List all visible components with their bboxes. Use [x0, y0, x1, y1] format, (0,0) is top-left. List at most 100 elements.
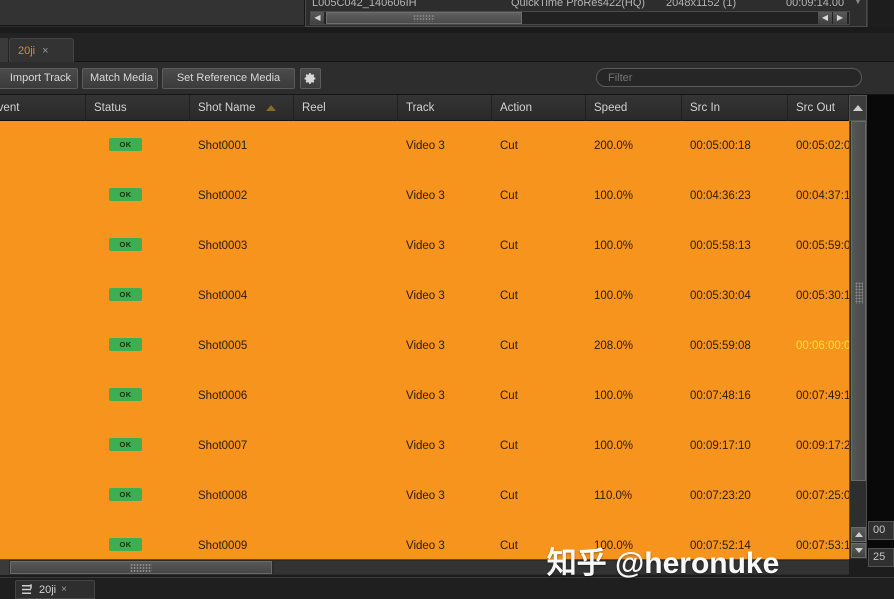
hscroll-bottom-track[interactable] — [274, 561, 849, 574]
column-header-status[interactable]: Status — [86, 95, 190, 121]
status-badge: OK — [109, 288, 142, 301]
hscroll-thumb[interactable] — [326, 12, 522, 24]
column-header-label: Status — [94, 102, 127, 114]
cell-shotname: Shot0003 — [198, 240, 248, 252]
cell-track: Video 3 — [406, 440, 445, 452]
media-browser-right-pane: L005C042_140606IH QuickTime ProRes422(HQ… — [305, 0, 867, 27]
table-row[interactable]: 7 OK Shot0007 Video 3 Cut 100.0% 00:09:17:10 00… — [0, 421, 849, 471]
hscroll-bottom-thumb[interactable] — [10, 561, 272, 574]
cell-reel — [302, 221, 406, 271]
cell-srcin: 00:07:52:14 — [690, 540, 751, 552]
table-row[interactable]: 6 OK Shot0006 Video 3 Cut 100.0% 00:07:48:16 00… — [0, 371, 849, 421]
cell-action: Cut — [500, 390, 518, 402]
table-vertical-scrollbar[interactable] — [849, 121, 867, 559]
cell-event: 6 — [0, 371, 94, 421]
cell-speed: 100.0% — [594, 290, 634, 302]
table-row[interactable]: 2 OK Shot0002 Video 3 Cut 100.0% 00:04:36:23 00… — [0, 171, 849, 221]
cell-track: Video 3 — [406, 290, 445, 302]
cell-srcin: 00:05:59:08 — [690, 340, 751, 352]
cell-speed: 100.0% — [594, 190, 634, 202]
vscroll-thumb[interactable] — [851, 121, 866, 481]
close-icon[interactable]: × — [42, 45, 48, 57]
match-media-button[interactable]: Match Media — [82, 68, 158, 89]
hscroll-step-right-icon[interactable]: ▶ — [833, 12, 847, 24]
table-row[interactable]: 1 OK Shot0001 Video 3 Cut 200.0% 00:05:00:18 00… — [0, 121, 849, 171]
edge-field-top[interactable]: 00 — [868, 521, 894, 540]
set-reference-media-button[interactable]: Set Reference Media — [162, 68, 295, 89]
edge-field-bottom[interactable]: 25 — [868, 548, 894, 567]
vscroll-down-button[interactable] — [851, 543, 866, 558]
tab-strip-handle[interactable] — [0, 38, 8, 62]
cell-action: Cut — [500, 540, 518, 552]
column-header-label: Src In — [690, 102, 721, 114]
table-row[interactable]: 8 OK Shot0008 Video 3 Cut 110.0% 00:07:23:20 00… — [0, 471, 849, 521]
cell-srcout: 00:05:59:0 — [796, 240, 849, 252]
status-badge: OK — [109, 138, 142, 151]
cell-event: 2 — [0, 171, 94, 221]
cell-reel — [302, 271, 406, 321]
close-icon[interactable]: × — [61, 584, 67, 595]
hscroll-bottom-nub[interactable] — [0, 560, 9, 575]
cell-srcin: 00:05:00:18 — [690, 140, 751, 152]
cell-srcout: 00:05:30:1 — [796, 290, 849, 302]
cell-track: Video 3 — [406, 540, 445, 552]
vscroll-header-button[interactable] — [849, 95, 867, 121]
sort-ascending-icon — [266, 105, 276, 111]
status-badge: OK — [109, 538, 142, 551]
cell-reel — [302, 171, 406, 221]
filter-input[interactable] — [596, 68, 862, 87]
vscroll-up-button[interactable] — [851, 527, 866, 542]
column-header-speed[interactable]: Speed — [586, 95, 682, 121]
media-duration: 00:09:14.00 — [786, 0, 845, 9]
cell-srcin: 00:05:58:13 — [690, 240, 751, 252]
cell-shotname: Shot0007 — [198, 440, 248, 452]
cell-srcin: 00:09:17:10 — [690, 440, 751, 452]
table-horizontal-scrollbar[interactable] — [0, 559, 849, 575]
column-header-srcout[interactable]: Src Out — [788, 95, 849, 121]
column-header-srcin[interactable]: Src In — [682, 95, 788, 121]
table-row[interactable]: 4 OK Shot0004 Video 3 Cut 100.0% 00:05:30:04 00… — [0, 271, 849, 321]
cell-event: 8 — [0, 471, 94, 521]
cell-srcout: 00:07:53:1 — [796, 540, 849, 552]
cell-shotname: Shot0008 — [198, 490, 248, 502]
cell-srcout: 00:07:25:0 — [796, 490, 849, 502]
cell-action: Cut — [500, 240, 518, 252]
application-window: L005C042_140606IH QuickTime ProRes422(HQ… — [0, 0, 894, 599]
import-track-button[interactable]: Import Track — [0, 68, 78, 89]
bottom-tab-20ji[interactable]: 20ji × — [15, 580, 95, 599]
column-header-action[interactable]: Action — [492, 95, 586, 121]
tab-20ji[interactable]: 20ji × — [9, 38, 74, 62]
table-row[interactable]: 9 OK Shot0009 Video 3 Cut 100.0% 00:07:52:14 00… — [0, 521, 849, 559]
column-header-event[interactable]: Event — [0, 95, 86, 121]
media-browser-left-pane — [0, 0, 305, 26]
settings-button[interactable] — [300, 68, 321, 89]
cell-reel — [302, 521, 406, 559]
cell-shotname: Shot0004 — [198, 290, 248, 302]
cell-reel — [302, 421, 406, 471]
hscroll-left-arrow-icon[interactable]: ◀ — [311, 12, 325, 24]
media-clip-name: L005C042_140606IH — [312, 0, 417, 9]
column-header-label: Shot Name — [198, 102, 256, 114]
cell-speed: 208.0% — [594, 340, 634, 352]
table-column-header: Event Status Shot Name Reel Track Action Speed… — [0, 95, 894, 121]
column-header-label: Speed — [594, 102, 628, 114]
hscroll-grip-icon — [413, 14, 435, 22]
cell-track: Video 3 — [406, 490, 445, 502]
cell-srcin: 00:07:48:16 — [690, 390, 751, 402]
hscroll-bottom-grip-icon — [130, 563, 152, 572]
media-browser-hscrollbar[interactable]: ◀ ◀ ▶ — [310, 11, 850, 25]
hscroll-right-arrows[interactable]: ◀ ▶ — [817, 12, 847, 24]
chevron-up-icon — [853, 105, 863, 111]
right-gutter — [867, 95, 894, 559]
hscroll-step-left-icon[interactable]: ◀ — [818, 12, 832, 24]
table-row[interactable]: 3 OK Shot0003 Video 3 Cut 100.0% 00:05:58:13 00… — [0, 221, 849, 271]
column-header-track[interactable]: Track — [398, 95, 492, 121]
column-header-label: Track — [406, 102, 435, 114]
cell-shotname: Shot0009 — [198, 540, 248, 552]
column-header-reel[interactable]: Reel — [294, 95, 398, 121]
chevron-down-icon[interactable]: ▼ — [854, 0, 862, 6]
tab-label: 20ji — [18, 44, 36, 57]
table-row[interactable]: 5 OK Shot0005 Video 3 Cut 208.0% 00:05:59:08 00… — [0, 321, 849, 371]
status-badge: OK — [109, 388, 142, 401]
column-header-shotname[interactable]: Shot Name — [190, 95, 294, 121]
